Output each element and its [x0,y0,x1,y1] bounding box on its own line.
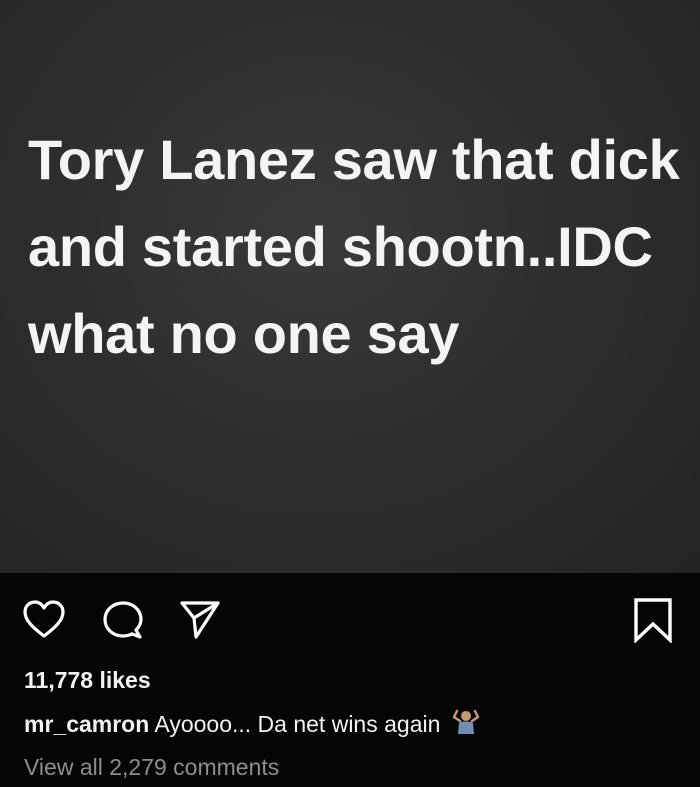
post-image[interactable]: Tory Lanez saw that dick and started sho… [0,0,700,573]
heart-icon[interactable] [22,599,66,639]
caption: mr_camron Ayoooo... Da net wins again [24,707,684,744]
caption-text: Ayoooo... Da net wins again [154,711,441,737]
caption-username[interactable]: mr_camron [24,711,149,737]
comment-icon[interactable] [102,599,144,641]
view-all-comments-link[interactable]: View all 2,279 comments [24,752,279,782]
likes-count[interactable]: 11,778 likes [24,665,151,695]
action-bar [0,573,700,663]
instagram-post: Tory Lanez saw that dick and started sho… [0,0,700,787]
post-image-text: Tory Lanez saw that dick and started sho… [28,128,680,365]
send-icon[interactable] [178,599,222,641]
person-shrugging-emoji-icon [451,707,481,744]
bookmark-icon[interactable] [632,597,674,643]
